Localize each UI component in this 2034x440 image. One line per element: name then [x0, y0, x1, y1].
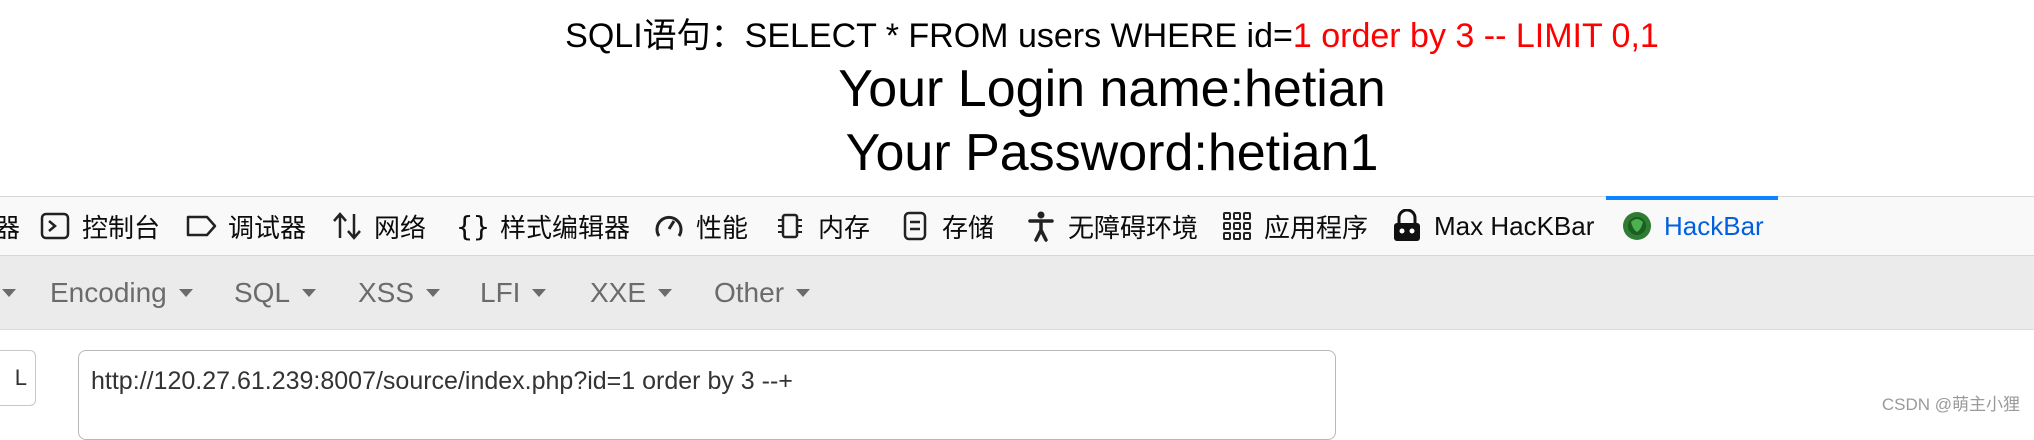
tab-label: Max HacKBar [1434, 210, 1595, 241]
max-hackbar-icon [1390, 209, 1424, 243]
menu-other[interactable]: Other [714, 256, 811, 330]
chevron-down-icon [426, 289, 441, 297]
menu-label: Other [714, 277, 785, 308]
load-url-label: L [14, 365, 27, 390]
tab-storage[interactable]: 存储 [898, 197, 994, 255]
tab-console[interactable]: 控制台 [38, 197, 160, 255]
tab-hackbar[interactable]: HackBar [1606, 196, 1778, 255]
tab-inspector[interactable]: 器 [0, 197, 20, 255]
memory-icon [774, 209, 808, 243]
tab-label: 存储 [942, 212, 995, 243]
tab-accessibility[interactable]: 无障碍环境 [1024, 197, 1198, 255]
tab-label: 网络 [374, 212, 427, 243]
password-text: Your Password:hetian1 [845, 124, 1379, 182]
devtools-tab-bar: 器 控制台 调试器 网络 {} 样式编辑器 性能 内存 存储 无障碍环境 应用程… [0, 196, 2034, 256]
csdn-watermark: CSDN @萌主小狸 [1881, 395, 2020, 414]
tab-label: 性能 [696, 212, 749, 243]
tab-label: 无障碍环境 [1068, 212, 1199, 243]
tab-style-editor[interactable]: {} 样式编辑器 [456, 197, 630, 255]
menu-xss[interactable]: XSS [358, 256, 441, 330]
application-icon [1220, 209, 1254, 243]
debugger-icon [184, 209, 218, 243]
menu-sql[interactable]: SQL [234, 256, 317, 330]
menu-xxe[interactable]: XXE [590, 256, 673, 330]
performance-icon [652, 209, 686, 243]
menu-label: Encoding [50, 277, 167, 308]
tab-max-hackbar[interactable]: Max HacKBar [1390, 197, 1594, 255]
style-editor-icon: {} [456, 209, 490, 243]
sqli-injected: 1 order by 3 -- LIMIT 0,1 [1292, 17, 1659, 55]
tab-label: 应用程序 [1264, 212, 1369, 243]
console-icon [38, 209, 72, 243]
network-icon [330, 209, 364, 243]
load-url-button[interactable]: L [0, 350, 36, 406]
chevron-down-icon [796, 289, 811, 297]
sqli-statement: SQLI语句：SELECT * FROM users WHERE id=1 or… [0, 14, 2034, 58]
chevron-down-icon [2, 289, 16, 297]
chevron-down-icon [178, 289, 193, 297]
hackbar-menu-bar: Encoding SQL XSS LFI XXE Other [0, 256, 2034, 330]
menu-label: SQL [234, 277, 291, 308]
login-name-text: Your Login name:hetian [838, 60, 1386, 118]
chevron-down-icon [302, 289, 317, 297]
tab-application[interactable]: 应用程序 [1220, 197, 1368, 255]
url-textarea[interactable]: http://120.27.61.239:8007/source/index.p… [78, 350, 1336, 440]
tab-label: 器 [0, 212, 21, 243]
tab-performance[interactable]: 性能 [652, 197, 748, 255]
menu-label: XSS [358, 277, 415, 308]
menu-lfi[interactable]: LFI [480, 256, 547, 330]
hackbar-url-section: L http://120.27.61.239:8007/source/index… [0, 330, 2034, 440]
chevron-down-icon [532, 289, 547, 297]
storage-icon [898, 209, 932, 243]
sqli-prefix: SQLI语句：SELECT * FROM users WHERE id= [565, 17, 1293, 55]
page-content: SQLI语句：SELECT * FROM users WHERE id=1 or… [0, 0, 2034, 196]
menu-encoding[interactable]: Encoding [50, 256, 193, 330]
tab-network[interactable]: 网络 [330, 197, 426, 255]
tab-label: 控制台 [82, 212, 161, 243]
menu-partial-dropdown[interactable] [0, 256, 16, 330]
accessibility-icon [1024, 209, 1058, 243]
tab-label: 调试器 [228, 212, 307, 243]
hackbar-icon [1620, 209, 1654, 243]
tab-label: 内存 [818, 212, 871, 243]
menu-label: LFI [480, 277, 521, 308]
tab-memory[interactable]: 内存 [774, 197, 870, 255]
tab-label: HackBar [1664, 210, 1764, 241]
tab-label: 样式编辑器 [500, 212, 631, 243]
chevron-down-icon [658, 289, 673, 297]
menu-label: XXE [590, 277, 647, 308]
url-value: http://120.27.61.239:8007/source/index.p… [91, 367, 793, 395]
tab-debugger[interactable]: 调试器 [184, 197, 306, 255]
